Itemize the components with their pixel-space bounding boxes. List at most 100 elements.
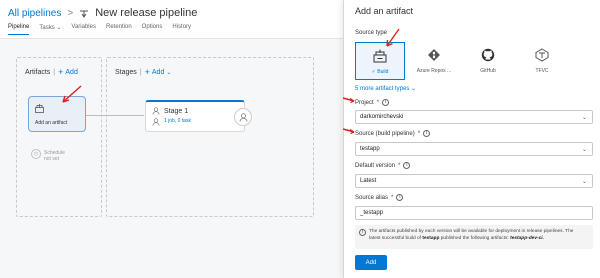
default-version-select-value: Latest — [360, 178, 377, 184]
chevron-down-icon: ⌄ — [581, 147, 587, 153]
required-marker: * — [398, 162, 401, 169]
app-root: All pipelines > New release pipeline Pip… — [0, 0, 600, 278]
panel-title: Add an artifact — [355, 6, 414, 16]
source-type-build-label: ✓ Build — [371, 69, 389, 75]
chevron-down-icon: ⌄ — [581, 179, 587, 185]
approvers-person-icon — [152, 118, 160, 126]
source-type-label-text: Source type — [355, 30, 388, 36]
plus-icon: + — [144, 67, 150, 77]
add-stage-link-label: Add — [151, 69, 165, 76]
artifacts-info-note: i The artifacts published by each versio… — [355, 225, 593, 249]
note-line-2a: latest successful build of — [369, 236, 421, 241]
source-type-github[interactable]: GitHub — [463, 42, 513, 80]
note-artifact-name: testapp-dev-ci. — [510, 236, 544, 241]
source-alias-label: Source alias * i — [355, 194, 404, 201]
stage-tasks-link[interactable]: 1 job, 0 task — [164, 118, 191, 124]
schedule-trigger[interactable]: ◷ Schedule not set — [31, 149, 65, 162]
required-marker: * — [391, 194, 394, 201]
add-artifact-card[interactable]: Add an artifact — [28, 96, 86, 132]
source-type-azure-repos-label: Azure Repos ... — [416, 68, 452, 74]
breadcrumb-separator: > — [67, 7, 74, 19]
info-icon[interactable]: i — [396, 194, 404, 201]
tab-tasks-label: Tasks — [39, 25, 55, 31]
tab-retention[interactable]: Retention — [106, 24, 132, 35]
stages-header: Stages | + Add ⌄ — [115, 68, 171, 77]
tab-pipeline[interactable]: Pipeline — [8, 24, 30, 35]
header-divider: | — [53, 69, 56, 76]
source-pipeline-select[interactable]: testapp ⌄ — [355, 142, 593, 156]
stages-heading: Stages — [115, 69, 137, 76]
stages-section: Stages | + Add ⌄ Stage 1 1 job, 0 task — [106, 57, 314, 217]
project-label-text: Project — [355, 99, 374, 106]
artifacts-section: Artifacts | + Add Add an artifact ◷ Sche… — [16, 57, 102, 217]
project-select-value: darkomirchevski — [360, 114, 404, 120]
clock-icon: ◷ — [31, 149, 41, 159]
artifacts-header: Artifacts | + Add — [25, 68, 78, 77]
source-pipeline-select-value: testapp — [360, 146, 380, 152]
tab-history[interactable]: History — [172, 24, 191, 35]
source-alias-label-text: Source alias — [355, 194, 389, 201]
build-icon — [373, 49, 387, 63]
source-type-tfvc[interactable]: TFVC — [517, 42, 567, 80]
stage-name: Stage 1 — [164, 108, 189, 115]
schedule-line-2: not set — [44, 156, 60, 162]
add-artifact-link[interactable]: + Add — [58, 68, 78, 77]
chevron-down-icon: ⌄ — [56, 25, 62, 31]
add-artifact-panel: Add an artifact Source type ✓ Build Azur… — [343, 0, 600, 278]
plus-icon: + — [58, 67, 64, 77]
info-icon: i — [359, 229, 366, 236]
source-type-label: Source type — [355, 30, 387, 36]
azure-repos-icon — [428, 49, 440, 61]
pipeline-editor: All pipelines > New release pipeline Pip… — [0, 0, 343, 278]
default-version-label-text: Default version — [355, 162, 396, 169]
chevron-down-icon: ⌄ — [166, 70, 172, 76]
page-title: New release pipeline — [95, 7, 198, 19]
tab-variables[interactable]: Variables — [71, 24, 96, 35]
source-label-text: Source (build pipeline) — [355, 130, 415, 137]
note-line-2c: published the following artifacts: — [440, 236, 509, 241]
note-build-name: testapp — [422, 236, 440, 241]
chevron-down-icon: ⌄ — [581, 115, 587, 121]
add-artifact-card-label: Add an artifact — [35, 120, 68, 126]
tfvc-icon — [535, 48, 549, 62]
source-type-build-name: Build — [377, 69, 389, 75]
add-button[interactable]: Add — [355, 255, 387, 270]
project-select[interactable]: darkomirchevski ⌄ — [355, 110, 593, 124]
note-line-1: The artifacts published by each version … — [369, 229, 574, 234]
add-artifact-link-label: Add — [65, 69, 78, 76]
default-version-select[interactable]: Latest ⌄ — [355, 174, 593, 188]
source-type-github-label: GitHub — [480, 68, 496, 74]
schedule-text: Schedule not set — [44, 150, 65, 162]
header-divider: | — [139, 69, 142, 76]
info-icon[interactable]: i — [423, 130, 431, 137]
artifacts-heading: Artifacts — [25, 69, 51, 76]
tab-tasks[interactable]: Tasks ⌄ — [39, 24, 61, 35]
default-version-label: Default version * i — [355, 162, 411, 169]
source-type-tfvc-label: TFVC — [535, 68, 549, 74]
info-icon[interactable]: i — [382, 99, 390, 106]
required-marker: * — [417, 130, 421, 137]
source-label: Source (build pipeline) * i — [355, 130, 431, 137]
source-type-build[interactable]: ✓ Build — [355, 42, 405, 80]
project-label: Project * i — [355, 99, 390, 106]
artifact-build-icon — [35, 104, 44, 113]
tab-options[interactable]: Options — [142, 24, 163, 35]
source-alias-input[interactable]: _testapp — [355, 206, 593, 220]
info-icon[interactable]: i — [403, 162, 411, 169]
source-type-azure-repos[interactable]: Azure Repos ... — [409, 42, 459, 80]
required-marker: * — [376, 99, 380, 106]
breadcrumb: All pipelines > New release pipeline — [8, 6, 197, 20]
add-stage-link[interactable]: + Add ⌄ — [145, 68, 172, 77]
post-deployment-conditions[interactable] — [234, 108, 252, 126]
person-icon — [239, 112, 247, 122]
source-alias-input-value: _testapp — [360, 210, 384, 216]
github-icon — [481, 48, 495, 62]
more-artifact-types-link[interactable]: 5 more artifact types ⌄ — [355, 85, 416, 92]
all-pipelines-link[interactable]: All pipelines — [8, 8, 61, 19]
source-type-options: ✓ Build Azure Repos ... GitHub TFVC — [355, 42, 567, 80]
pipeline-tabs: Pipeline Tasks ⌄ Variables Retention Opt… — [8, 24, 191, 35]
chevron-down-icon: ⌄ — [411, 86, 417, 92]
stage-card[interactable]: Stage 1 1 job, 0 task — [145, 100, 252, 132]
more-artifact-types-label: 5 more artifact types — [355, 86, 410, 92]
release-pipeline-icon — [80, 10, 89, 18]
